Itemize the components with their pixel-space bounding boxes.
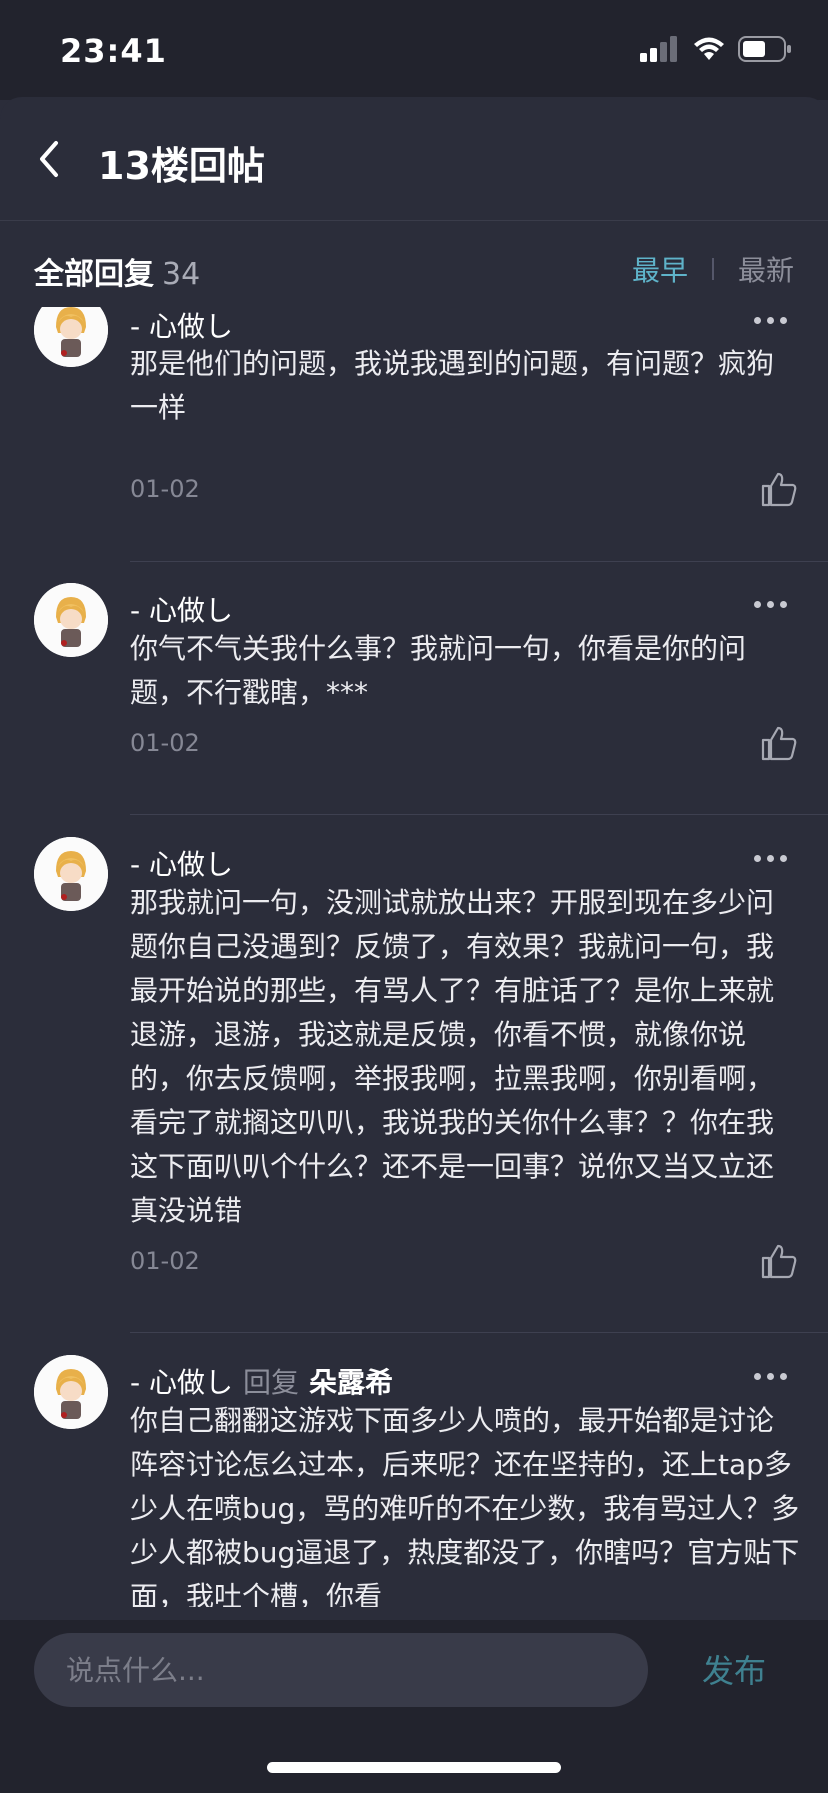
thumbs-up-icon [761, 1244, 797, 1279]
comment-item: - 心做し 你气不气关我什么事？我就问一句，你看是你的问题，不行戳瞎，*** 0… [0, 561, 828, 815]
comment-username-row: - 心做し 回复 朵露希 [130, 1361, 393, 1401]
replies-count: 34 [162, 257, 201, 292]
reply-target-username[interactable]: 朵露希 [309, 1366, 393, 1399]
avatar[interactable] [34, 837, 108, 911]
battery-icon [738, 36, 791, 62]
more-icon [754, 601, 761, 608]
like-button[interactable] [760, 471, 798, 507]
status-time: 23:41 [60, 32, 167, 70]
more-icon [754, 1373, 761, 1380]
comment-username[interactable]: - 心做し [130, 589, 233, 629]
more-options-button[interactable] [754, 1369, 788, 1383]
back-chevron-icon [40, 141, 58, 177]
reply-label: 回复 [243, 1366, 300, 1399]
avatar[interactable] [34, 1355, 108, 1429]
more-icon [754, 855, 761, 862]
avatar-image [34, 1355, 108, 1429]
more-options-button[interactable] [754, 597, 788, 611]
home-indicator [267, 1762, 561, 1773]
avatar-image [34, 837, 108, 911]
wifi-icon [694, 37, 724, 60]
like-button[interactable] [760, 725, 798, 761]
comment-username[interactable]: - 心做し [130, 307, 233, 345]
signal-icon [640, 36, 677, 62]
more-icon [754, 317, 761, 324]
reply-sheet: 13楼回帖 全部回复 34 最早 最新 - 心做し 那是他们的问题，我说我遇到的… [0, 97, 828, 1793]
avatar[interactable] [34, 307, 108, 367]
thumbs-up-icon [761, 472, 797, 507]
comment-username[interactable]: - 心做し [130, 843, 233, 883]
avatar[interactable] [34, 583, 108, 657]
publish-button[interactable]: 发布 [702, 1646, 766, 1692]
thumbs-up-icon [761, 726, 797, 761]
comment-date: 01-02 [130, 729, 200, 757]
replies-title: 全部回复 [34, 257, 154, 292]
sort-toggle: 最早 最新 [632, 249, 794, 289]
replies-header: 全部回复 34 最早 最新 [34, 249, 794, 293]
like-button[interactable] [760, 1243, 798, 1279]
avatar-image [34, 307, 108, 367]
more-options-button[interactable] [754, 313, 788, 327]
sort-latest-tab[interactable]: 最新 [738, 249, 794, 289]
sort-earliest-tab[interactable]: 最早 [632, 249, 688, 289]
avatar-image [34, 583, 108, 657]
comment-item: - 心做し 回复 朵露希 你自己翻翻这游戏下面多少人喷的，最开始都是讨论阵容讨论怎么… [0, 1333, 828, 1607]
comment-date: 01-02 [130, 1247, 200, 1275]
more-options-button[interactable] [754, 851, 788, 865]
comment-input[interactable] [34, 1633, 648, 1707]
comment-date: 01-02 [130, 475, 200, 503]
status-bar: 23:41 [0, 0, 828, 100]
comment-list[interactable]: - 心做し 那是他们的问题，我说我遇到的问题，有问题？疯狗一样 01-02 - … [0, 307, 828, 1607]
page-title: 13楼回帖 [98, 144, 265, 188]
comment-text: 那是他们的问题，我说我遇到的问题，有问题？疯狗一样 [130, 347, 775, 424]
comment-item: - 心做し 那是他们的问题，我说我遇到的问题，有问题？疯狗一样 01-02 [0, 307, 828, 562]
status-icons [640, 36, 792, 62]
comment-username[interactable]: - 心做し [130, 1366, 233, 1399]
comment-text: 那我就问一句，没测试就放出来？开服到现在多少问题你自己没遇到？反馈了，有效果？我… [130, 886, 775, 1227]
comment-text: 你自己翻翻这游戏下面多少人喷的，最开始都是讨论阵容讨论怎么过本，后来呢？还在坚持… [130, 1404, 800, 1607]
comment-item: - 心做し 那我就问一句，没测试就放出来？开服到现在多少问题你自己没遇到？反馈了… [0, 815, 828, 1333]
sort-divider [711, 258, 714, 280]
back-button[interactable] [30, 135, 70, 183]
top-bar: 13楼回帖 [0, 97, 828, 221]
comment-text: 你气不气关我什么事？我就问一句，你看是你的问题，不行戳瞎，*** [130, 632, 747, 709]
